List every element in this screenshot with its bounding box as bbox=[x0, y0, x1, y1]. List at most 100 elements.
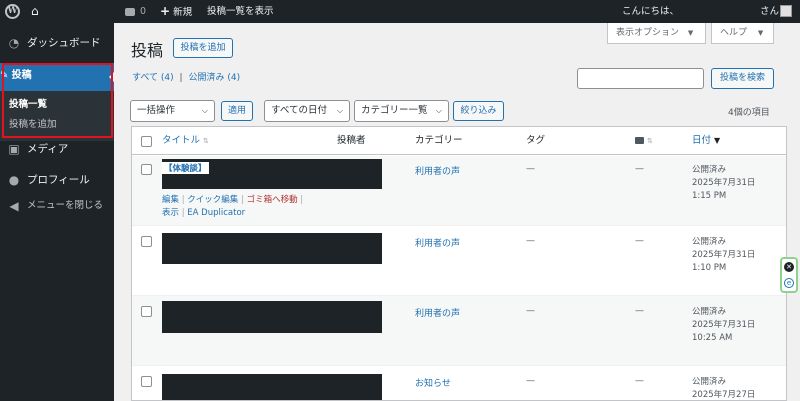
view-posts-link[interactable]: 投稿一覧を表示 bbox=[207, 0, 274, 23]
post-status: 公開済み bbox=[692, 307, 727, 317]
chevron-down-icon: ▼ bbox=[687, 29, 694, 37]
tags-value: — bbox=[526, 306, 535, 316]
column-comments[interactable]: ⇅ bbox=[635, 127, 653, 155]
status-filters: すべて (4) | 公開済み (4) bbox=[132, 73, 241, 83]
comments-link[interactable]: 0 bbox=[125, 0, 146, 23]
post-date: 公開済み 2025年7月31日 1:15 PM bbox=[692, 164, 755, 203]
date-filter-select[interactable]: すべての日付 ⌵ bbox=[264, 100, 350, 122]
add-new-post-button[interactable]: 投稿を追加 bbox=[173, 38, 233, 58]
sidebar-item-dashboard[interactable]: ◔ ダッシュボード bbox=[0, 27, 114, 59]
page-title: 投稿 bbox=[131, 41, 164, 60]
greeting-text[interactable]: こんにちは、 bbox=[622, 0, 679, 23]
table-row: 【体験談】 編集 | クイック編集 | ゴミ箱へ移動 | 表示 | EA Dup… bbox=[132, 156, 786, 226]
comments-value: — bbox=[635, 306, 644, 316]
filter-all-count: (4) bbox=[160, 73, 174, 83]
trash-link[interactable]: ゴミ箱へ移動 bbox=[247, 195, 298, 205]
post-date-value: 2025年7月31日 bbox=[692, 178, 756, 188]
row-checkbox[interactable] bbox=[141, 164, 152, 175]
filter-button[interactable]: 絞り込み bbox=[453, 101, 504, 121]
column-tags: タグ bbox=[526, 135, 546, 146]
filter-all-link[interactable]: すべて (4) bbox=[132, 73, 174, 83]
category-link[interactable]: 利用者の声 bbox=[415, 236, 460, 249]
item-count: 4個の項目 bbox=[728, 108, 770, 118]
row-checkbox[interactable] bbox=[141, 306, 152, 317]
widget-app-icon[interactable]: e bbox=[784, 278, 794, 288]
table-header: タイトル ⇅ 投稿者 カテゴリー タグ ⇅ 日付 ▼ bbox=[132, 127, 786, 155]
search-posts-button[interactable]: 投稿を検索 bbox=[711, 68, 774, 89]
sidebar-item-media[interactable]: ▣ メディア bbox=[0, 133, 114, 165]
column-categories: カテゴリー bbox=[415, 135, 463, 146]
posts-menu-header[interactable]: ✎ 投稿 bbox=[0, 63, 114, 91]
wordpress-logo-icon[interactable]: W bbox=[5, 4, 20, 19]
filter-all-label: すべて bbox=[132, 73, 159, 83]
sidebar-item-label: 投稿 bbox=[11, 70, 32, 81]
post-status: 公開済み bbox=[692, 165, 727, 175]
apply-button[interactable]: 適用 bbox=[221, 101, 253, 121]
home-icon[interactable]: ⌂ bbox=[31, 0, 39, 23]
post-time: 1:15 PM bbox=[692, 191, 727, 201]
comments-value: — bbox=[635, 164, 644, 174]
date-filter-value: すべての日付 bbox=[271, 105, 327, 116]
post-date: 公開済み 2025年7月31日 1:10 PM bbox=[692, 236, 755, 275]
post-time: 1:10 PM bbox=[692, 263, 727, 273]
chevron-down-icon: ⌵ bbox=[336, 106, 343, 115]
post-date-value: 2025年7月27日 bbox=[692, 390, 756, 400]
tags-value: — bbox=[526, 376, 535, 386]
comments-value: — bbox=[635, 376, 644, 386]
row-checkbox[interactable] bbox=[141, 376, 152, 387]
plus-icon: + bbox=[160, 4, 171, 18]
sidebar-item-label: メニューを閉じる bbox=[27, 200, 104, 211]
new-content-link[interactable]: + 新規 bbox=[160, 0, 192, 23]
post-date: 公開済み 2025年7月31日 10:25 AM bbox=[692, 306, 755, 345]
view-link[interactable]: 表示 bbox=[162, 208, 179, 218]
edit-link[interactable]: 編集 bbox=[162, 195, 179, 205]
redacted-title bbox=[162, 233, 382, 264]
user-name[interactable]: さん bbox=[760, 0, 779, 23]
select-all-checkbox[interactable] bbox=[141, 136, 152, 147]
column-title[interactable]: タイトル ⇅ bbox=[162, 127, 209, 155]
category-link[interactable]: お知らせ bbox=[415, 376, 451, 389]
dashboard-icon: ◔ bbox=[8, 36, 20, 50]
column-author: 投稿者 bbox=[337, 135, 366, 146]
sort-icon: ⇅ bbox=[647, 137, 653, 145]
tags-value: — bbox=[526, 236, 535, 246]
post-status: 公開済み bbox=[692, 377, 727, 387]
table-row: お知らせ — — 公開済み 2025年7月27日 bbox=[132, 366, 786, 400]
duplicate-link[interactable]: EA Duplicator bbox=[187, 208, 245, 218]
table-row: 利用者の声 — — 公開済み 2025年7月31日 10:25 AM bbox=[132, 296, 786, 366]
column-date-label: 日付 bbox=[692, 135, 712, 146]
avatar[interactable] bbox=[780, 5, 792, 17]
tags-value: — bbox=[526, 164, 535, 174]
screen-options-tab[interactable]: 表示オプション ▼ bbox=[607, 23, 706, 44]
comments-value: — bbox=[635, 236, 644, 246]
search-input[interactable] bbox=[577, 68, 704, 89]
row-actions: 編集 | クイック編集 | ゴミ箱へ移動 | 表示 | EA Duplicato… bbox=[162, 195, 304, 218]
post-status: 公開済み bbox=[692, 237, 727, 247]
comment-bubble-icon bbox=[635, 137, 644, 144]
bulk-action-value: 一括操作 bbox=[137, 105, 176, 116]
submenu-item-add-new[interactable]: 投稿を追加 bbox=[9, 116, 57, 130]
sort-icon: ⇅ bbox=[203, 137, 209, 145]
sidebar-item-collapse[interactable]: ◀ メニューを閉じる bbox=[0, 190, 114, 222]
sidebar-item-label: ダッシュボード bbox=[27, 37, 101, 49]
close-icon[interactable]: ✕ bbox=[784, 262, 794, 272]
new-label: 新規 bbox=[173, 7, 193, 18]
bulk-action-select[interactable]: 一括操作 ⌵ bbox=[130, 100, 215, 122]
submenu-item-all-posts[interactable]: 投稿一覧 bbox=[9, 96, 47, 110]
post-time: 10:25 AM bbox=[692, 333, 733, 343]
post-date-value: 2025年7月31日 bbox=[692, 320, 756, 330]
post-title-link[interactable]: 【体験談】 bbox=[162, 162, 209, 174]
screen-options-label: 表示オプション bbox=[616, 28, 680, 38]
help-label: ヘルプ bbox=[720, 28, 748, 38]
category-filter-select[interactable]: カテゴリー一覧 ⌵ bbox=[354, 100, 449, 122]
column-date[interactable]: 日付 ▼ bbox=[692, 127, 720, 155]
help-tab[interactable]: ヘルプ ▼ bbox=[711, 23, 774, 44]
redacted-title bbox=[162, 301, 382, 333]
quick-edit-link[interactable]: クイック編集 bbox=[187, 195, 238, 205]
filter-published-link[interactable]: 公開済み (4) bbox=[188, 73, 240, 83]
row-checkbox[interactable] bbox=[141, 236, 152, 247]
sidebar-item-label: メディア bbox=[27, 143, 69, 155]
floating-widget[interactable]: ✕ e bbox=[780, 257, 798, 293]
category-link[interactable]: 利用者の声 bbox=[415, 164, 460, 177]
category-link[interactable]: 利用者の声 bbox=[415, 306, 460, 319]
